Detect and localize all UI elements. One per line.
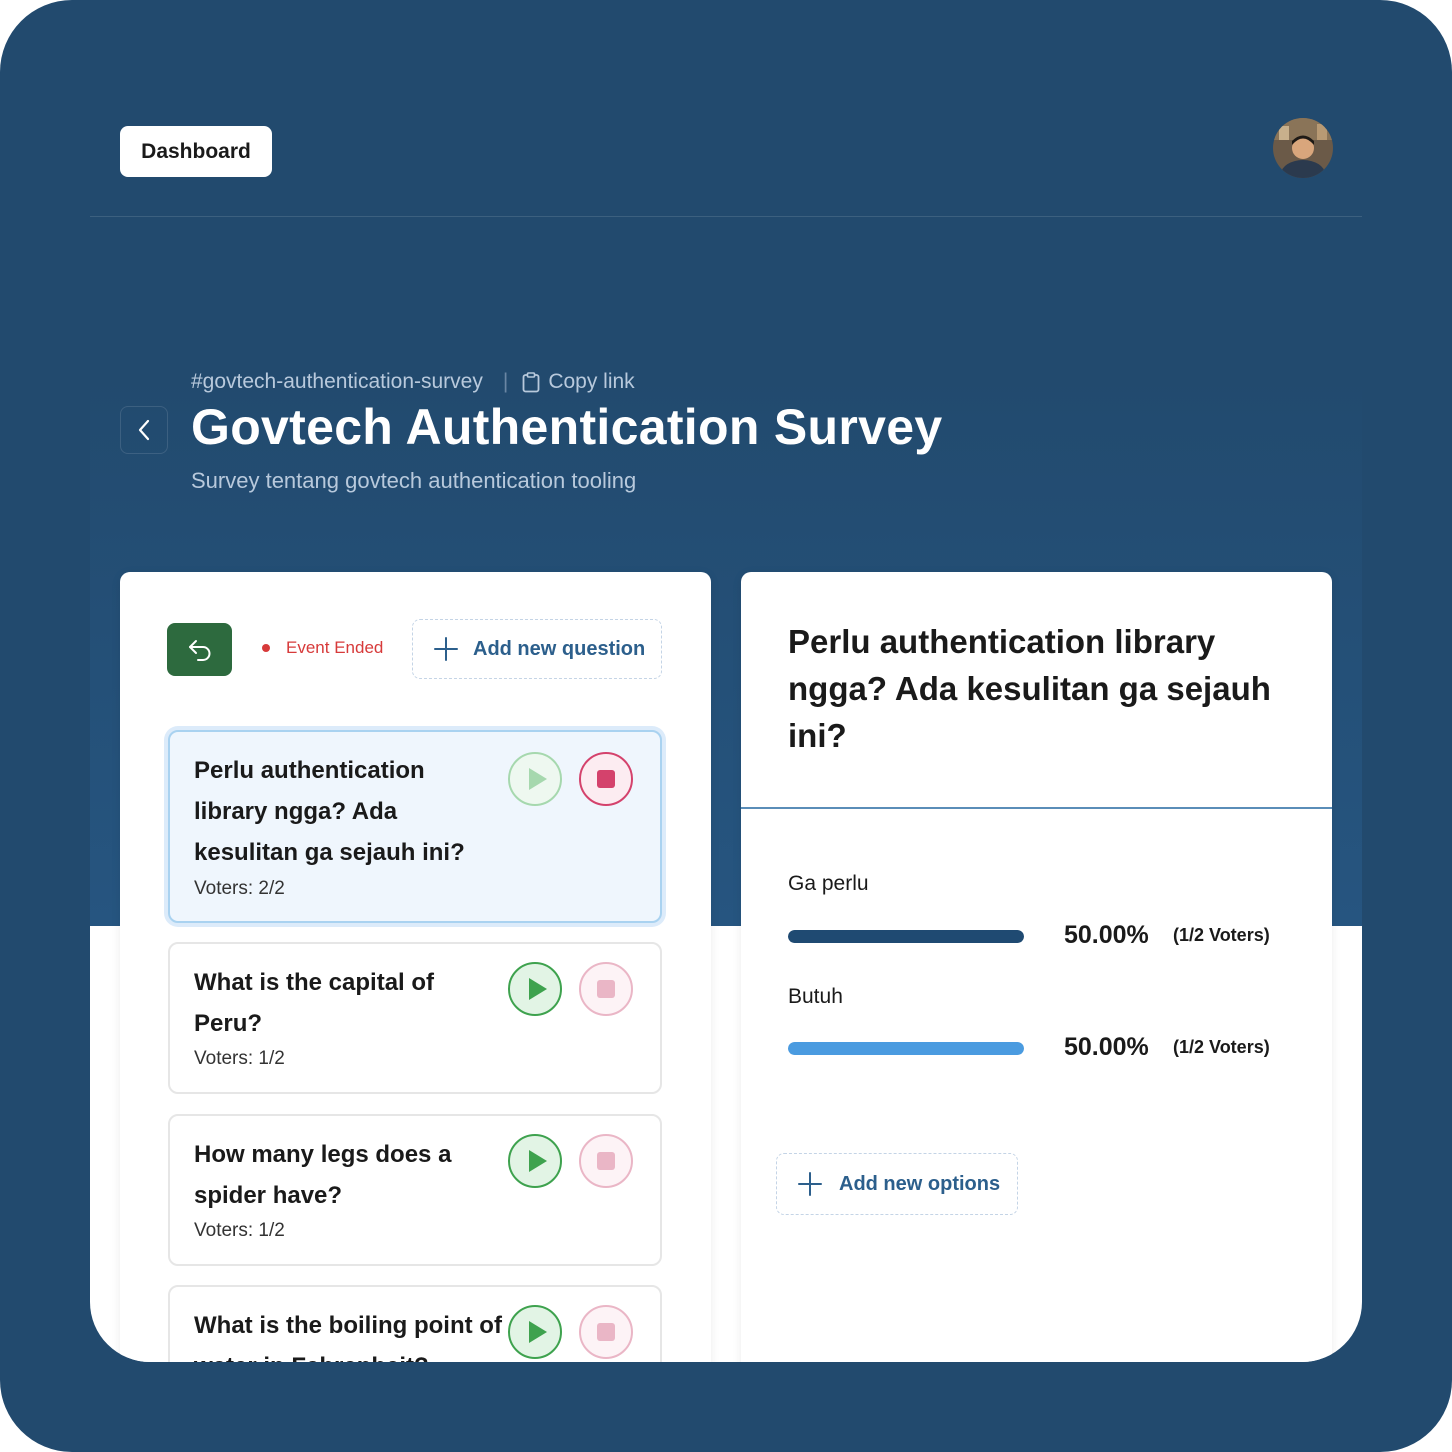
play-icon xyxy=(528,978,547,1000)
add-question-button[interactable]: Add new question xyxy=(412,619,662,679)
add-option-label: Add new options xyxy=(839,1172,1001,1195)
option-voters: (1/2 Voters) xyxy=(1173,1037,1270,1057)
question-text: Perlu authentication library ngga? Ada k… xyxy=(194,757,465,866)
dashboard-button[interactable]: Dashboard xyxy=(120,126,272,177)
question-item[interactable]: Perlu authentication library ngga? Ada k… xyxy=(168,730,662,923)
question-voters: Voters: 1/2 xyxy=(194,1220,285,1241)
question-voters: Voters: 2/2 xyxy=(194,878,285,899)
add-option-button[interactable]: Add new options xyxy=(776,1153,1018,1215)
plus-icon xyxy=(798,1172,822,1196)
add-question-label: Add new question xyxy=(473,637,646,660)
results-divider xyxy=(741,807,1332,809)
undo-button[interactable] xyxy=(167,623,232,676)
start-question-button[interactable] xyxy=(508,752,562,806)
question-item[interactable]: What is the capital of Peru? Voters: 1/2 xyxy=(168,942,662,1094)
app-screen: Dashboard #govtech-authentication-survey… xyxy=(90,0,1362,1362)
option-progress-bar xyxy=(788,1042,1024,1055)
stop-question-button[interactable] xyxy=(579,1305,633,1359)
stop-icon xyxy=(597,980,615,998)
chevron-left-icon xyxy=(138,419,150,441)
event-status: Event Ended xyxy=(262,638,383,658)
option-progress-fill xyxy=(788,1042,1024,1055)
stop-icon xyxy=(597,770,615,788)
option-label: Butuh xyxy=(788,985,843,1008)
play-icon xyxy=(528,768,547,790)
stop-question-button[interactable] xyxy=(579,752,633,806)
stop-question-button[interactable] xyxy=(579,962,633,1016)
back-button[interactable] xyxy=(120,406,168,454)
stop-icon xyxy=(597,1323,615,1341)
option-percent: 50.00% xyxy=(1064,921,1149,949)
results-card: Perlu authentication library ngga? Ada k… xyxy=(741,572,1332,1362)
question-item[interactable]: How many legs does a spider have? Voters… xyxy=(168,1114,662,1266)
slug-separator: | xyxy=(502,370,509,393)
option-percent: 50.00% xyxy=(1064,1033,1149,1061)
start-question-button[interactable] xyxy=(508,962,562,1016)
stop-question-button[interactable] xyxy=(579,1134,633,1188)
survey-slug-row: #govtech-authentication-survey | Copy li… xyxy=(191,366,635,398)
stop-icon xyxy=(597,1152,615,1170)
page-subtitle: Survey tentang govtech authentication to… xyxy=(191,468,637,493)
question-item[interactable]: What is the boiling point of water in Fa… xyxy=(168,1285,662,1362)
copy-link-label: Copy link xyxy=(548,370,635,393)
option-label: Ga perlu xyxy=(788,872,869,895)
survey-slug: #govtech-authentication-survey xyxy=(191,370,483,393)
avatar[interactable] xyxy=(1273,118,1333,178)
status-label: Event Ended xyxy=(286,638,384,657)
page-title: Govtech Authentication Survey xyxy=(191,399,943,455)
question-voters: Voters: 1/2 xyxy=(194,1048,285,1069)
plus-icon xyxy=(434,637,458,661)
question-text: How many legs does a spider have? xyxy=(194,1141,452,1209)
option-progress-fill xyxy=(788,930,1024,943)
top-divider xyxy=(90,216,1362,217)
results-question-title: Perlu authentication library ngga? Ada k… xyxy=(788,623,1271,754)
play-icon xyxy=(528,1321,547,1343)
status-dot xyxy=(262,644,270,652)
device-frame: Dashboard #govtech-authentication-survey… xyxy=(0,0,1452,1452)
clipboard-icon xyxy=(522,371,540,392)
question-text: What is the capital of Peru? xyxy=(194,969,435,1037)
option-voters: (1/2 Voters) xyxy=(1173,925,1270,945)
undo-icon xyxy=(188,639,210,661)
question-text: What is the boiling point of water in Fa… xyxy=(194,1312,502,1362)
copy-link-button[interactable]: Copy link xyxy=(522,370,635,394)
start-question-button[interactable] xyxy=(508,1134,562,1188)
option-progress-bar xyxy=(788,930,1024,943)
avatar-photo xyxy=(1273,118,1333,178)
questions-card: Event Ended Add new question Perlu authe… xyxy=(120,572,711,1362)
play-icon xyxy=(528,1150,547,1172)
start-question-button[interactable] xyxy=(508,1305,562,1359)
